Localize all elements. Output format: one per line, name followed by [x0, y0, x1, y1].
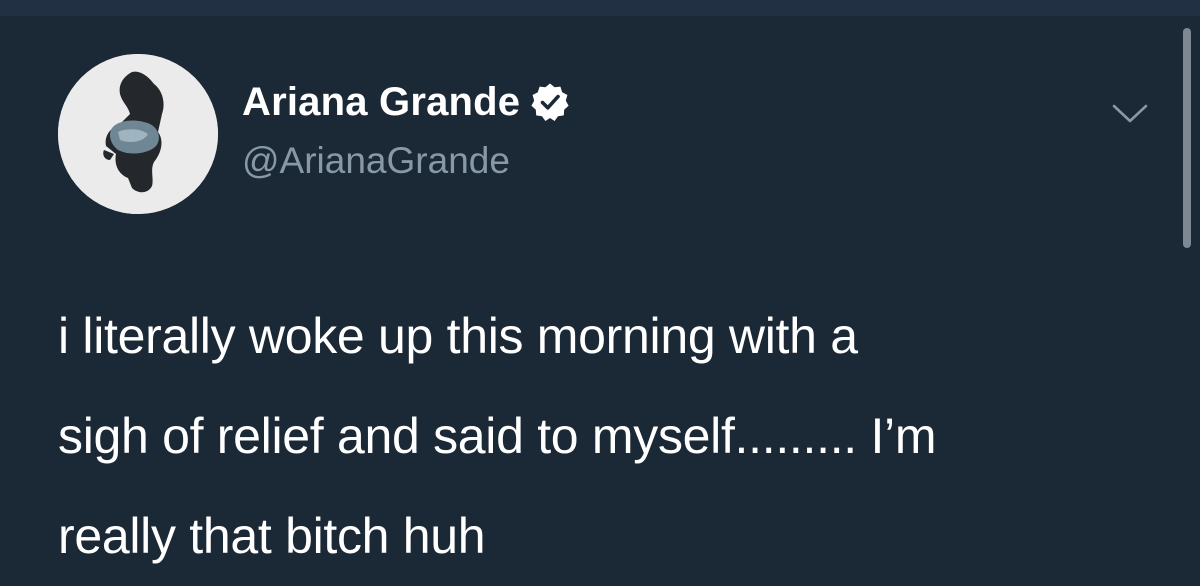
avatar[interactable]	[58, 54, 218, 214]
top-bar-strip	[0, 0, 1200, 16]
scrollbar-thumb[interactable]	[1183, 28, 1191, 248]
avatar-image	[58, 54, 218, 214]
tweet-card: Ariana Grande @ArianaGrande i literally …	[0, 16, 1200, 580]
tweet-text: i literally woke up this morning with a …	[58, 308, 937, 564]
verified-badge-icon	[530, 82, 570, 122]
author-handle[interactable]: @ArianaGrande	[242, 140, 510, 182]
author-display-name[interactable]: Ariana Grande	[242, 80, 520, 124]
chevron-down-icon[interactable]	[1108, 90, 1152, 134]
author-name-row[interactable]: Ariana Grande	[242, 80, 570, 124]
